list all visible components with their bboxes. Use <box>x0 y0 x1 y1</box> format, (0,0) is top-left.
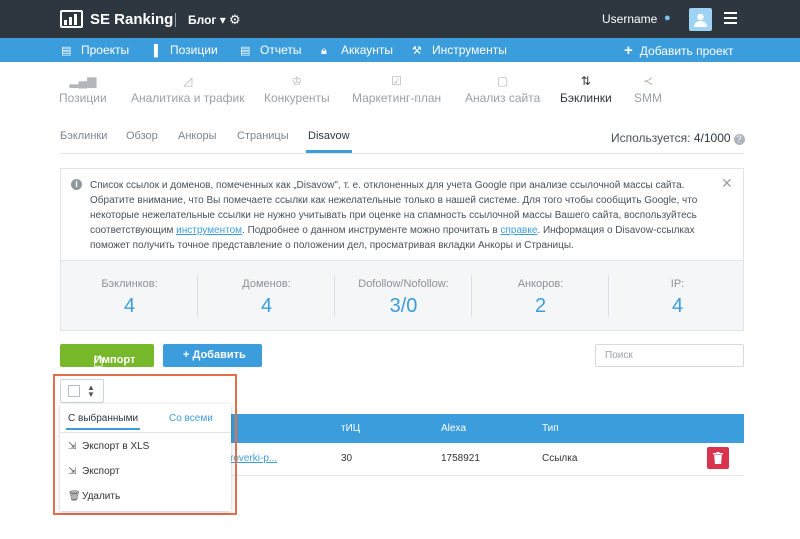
column-alexa[interactable]: Alexa <box>441 423 466 434</box>
add-project-button[interactable]: + Добавить проект <box>624 42 734 59</box>
tool-link[interactable]: инструментом <box>176 225 242 236</box>
module-tabs: ▂▄▆ Позиции ◿ Аналитика и трафик ♔ Конкурен… <box>0 74 800 114</box>
add-button[interactable]: + Добавить <box>163 344 262 367</box>
tab-pages[interactable]: Страницы <box>237 130 289 142</box>
tab-anchors[interactable]: Анкоры <box>178 130 217 142</box>
info-icon: i <box>71 179 82 190</box>
nav-item-projects[interactable]: ▤ Проекты <box>61 43 129 57</box>
nav-item-reports[interactable]: ▤ Отчеты <box>240 43 301 57</box>
row-type: Ссылка <box>542 453 578 464</box>
username[interactable]: Username <box>602 12 657 26</box>
nav-item-positions[interactable]: ▐ Позиции <box>150 43 218 57</box>
module-analytics[interactable]: ◿ Аналитика и трафик <box>131 74 244 105</box>
tab-overview[interactable]: Обзор <box>126 130 158 142</box>
nav-item-accounts[interactable]: 🔒︎ Аккаунты <box>321 43 393 58</box>
page-icon: ▢ <box>496 74 509 88</box>
menu-item-export[interactable]: ⇲ Экспорт <box>68 466 120 477</box>
close-icon[interactable]: ✕ <box>721 175 733 192</box>
tab-selected[interactable]: С выбранными <box>65 413 141 430</box>
trophy-icon: ♔ <box>291 74 303 88</box>
gear-icon[interactable]: ⚙ <box>229 12 241 28</box>
stat-anchors: Анкоров: 2 <box>472 261 609 332</box>
report-icon: ▤ <box>240 45 251 57</box>
row-alexa: 1758921 <box>441 453 480 464</box>
stat-backlinks: Бэклинков: 4 <box>61 261 198 332</box>
delete-row-button[interactable] <box>707 447 729 469</box>
checkbox-icon: ☑ <box>391 74 402 88</box>
bulk-actions-menu: С выбранными Со всеми ⇲ Экспорт в XLS ⇲ Эк… <box>60 404 231 511</box>
area-chart-icon: ◿ <box>183 74 193 88</box>
plus-icon: + <box>624 42 633 59</box>
projects-icon: ▤ <box>61 45 72 57</box>
avatar[interactable] <box>689 8 712 31</box>
lock-icon: 🔒︎ <box>321 45 327 57</box>
usage-counter: Используется: 4/1000? <box>611 131 745 145</box>
tab-all[interactable]: Со всеми <box>169 413 213 424</box>
swap-icon: ⇅ <box>580 74 591 88</box>
module-backlinks[interactable]: ⇅ Бэклинки <box>560 74 612 105</box>
export-icon: ⇲ <box>68 466 77 477</box>
share-icon: ≺ <box>642 74 654 88</box>
menu-item-export-xls[interactable]: ⇲ Экспорт в XLS <box>68 441 149 452</box>
updown-icon[interactable]: ▲ ▼ <box>87 384 95 399</box>
trash-icon: 🗑︎ <box>68 491 81 502</box>
bar-chart-icon: ▂▄▆ <box>69 74 97 88</box>
menu-icon[interactable] <box>724 12 737 24</box>
bar-chart-icon: ▐ <box>150 45 158 57</box>
column-type[interactable]: Тип <box>542 423 559 434</box>
trash-icon <box>713 452 723 464</box>
blog-menu[interactable]: Блог ▾ <box>188 13 226 27</box>
import-button[interactable]: 🗋︎ Импорт <box>60 344 154 369</box>
logo-icon[interactable] <box>60 10 83 28</box>
info-text: Список ссылок и доменов, помеченных как … <box>90 180 698 251</box>
module-competitors[interactable]: ♔ Конкуренты <box>264 74 330 105</box>
tools-icon: ⚒ <box>412 45 422 57</box>
stat-ip: IP: 4 <box>670 278 685 317</box>
row-tic: 30 <box>341 453 353 464</box>
tab-disavow[interactable]: Disavow <box>306 130 352 153</box>
bulk-select-dropdown[interactable]: ▲ ▼ <box>60 379 104 403</box>
select-all-checkbox[interactable] <box>68 385 80 397</box>
export-icon: ⇲ <box>68 441 77 452</box>
stats-panel: Бэклинков: 4 Доменов: 4 Dofollow/Nofollow:… <box>60 260 744 331</box>
help-icon[interactable]: ? <box>733 134 745 145</box>
tab-backlinks[interactable]: Бэклинки <box>60 130 107 142</box>
module-smm[interactable]: ≺ SMM <box>634 74 662 105</box>
main-nav: ▤ Проекты ▐ Позиции ▤ Отчеты 🔒︎ Аккаунты ⚒ Ин… <box>0 38 800 62</box>
sub-tabs: Бэклинки Обзор Анкоры Страницы Disavow И… <box>60 130 745 154</box>
column-tic[interactable]: тИЦ <box>341 423 360 434</box>
stat-dofollow: Dofollow/Nofollow: 3/0 <box>335 261 472 332</box>
help-link[interactable]: справке <box>500 225 537 236</box>
search-input[interactable] <box>595 344 744 367</box>
top-bar: SE Ranking Блог ▾ ⚙ Username ● <box>0 0 800 38</box>
nav-item-tools[interactable]: ⚒ Инструменты <box>412 43 507 57</box>
module-marketing-plan[interactable]: ☑ Маркетинг-план <box>352 74 441 105</box>
row-url-link[interactable]: roverki-p... <box>230 453 277 464</box>
module-positions[interactable]: ▂▄▆ Позиции <box>59 74 107 105</box>
info-panel: i Список ссылок и доменов, помеченных ка… <box>60 168 744 260</box>
menu-item-delete[interactable]: 🗑︎Удалить <box>68 491 120 502</box>
header-divider <box>175 13 176 27</box>
drop-icon[interactable]: ● <box>664 12 671 24</box>
stat-domains: Доменов: 4 <box>198 261 335 332</box>
module-site-audit[interactable]: ▢ Анализ сайта <box>465 74 540 105</box>
brand-name[interactable]: SE Ranking <box>90 11 173 28</box>
